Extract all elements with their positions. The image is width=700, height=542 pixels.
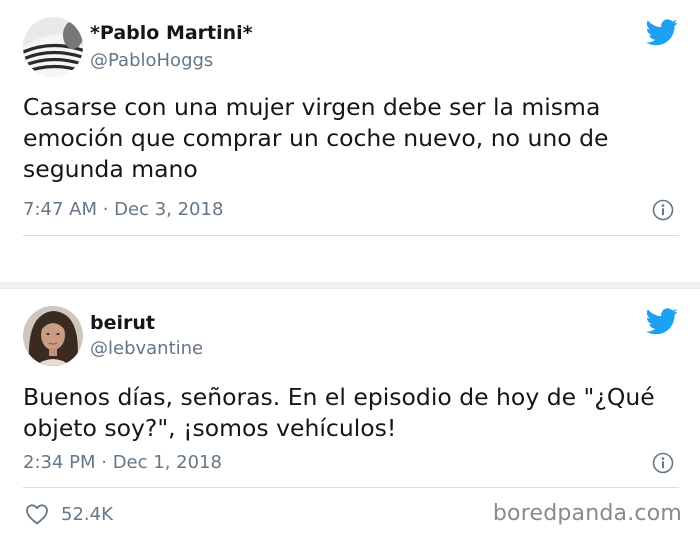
divider	[23, 487, 679, 488]
twitter-bird-icon[interactable]	[646, 308, 678, 335]
divider	[23, 235, 679, 236]
info-icon[interactable]	[652, 199, 674, 221]
tweet-separator	[0, 282, 700, 289]
username[interactable]: @lebvantine	[90, 338, 203, 359]
avatar[interactable]	[23, 306, 83, 366]
display-name[interactable]: *Pablo Martini*	[90, 22, 253, 44]
twitter-bird-icon[interactable]	[646, 19, 678, 46]
like-count: 52.4K	[61, 503, 113, 525]
tweet-text: Casarse con una mujer virgen debe ser la…	[23, 93, 609, 183]
info-icon[interactable]	[652, 452, 674, 474]
timestamp[interactable]: 7:47 AM · Dec 3, 2018	[23, 199, 223, 220]
timestamp[interactable]: 2:34 PM · Dec 1, 2018	[23, 452, 222, 473]
like-action[interactable]: 52.4K	[25, 503, 113, 525]
watermark: boredpanda.com	[492, 501, 682, 526]
tweet-text: Buenos días, señoras. En el episodio de …	[23, 383, 655, 442]
username[interactable]: @PabloHoggs	[90, 50, 213, 71]
display-name[interactable]: beirut	[90, 312, 155, 334]
tweet-card: beirut @lebvantine Buenos días, señoras.…	[0, 289, 700, 542]
avatar[interactable]	[23, 17, 83, 77]
tweet-card: *Pablo Martini* @PabloHoggs Casarse con …	[0, 0, 700, 282]
heart-icon[interactable]	[25, 503, 49, 525]
